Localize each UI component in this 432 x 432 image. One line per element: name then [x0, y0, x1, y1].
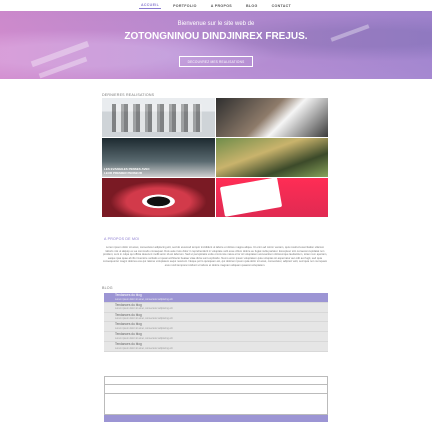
about-text: Lorem ipsum dolor sit amet, consectetur …: [102, 246, 328, 267]
portfolio-gallery: LES EVANGILES PENSES AVEC LEUR PREMIER P…: [102, 98, 328, 217]
portfolio-photo[interactable]: [102, 178, 215, 217]
blog-item-subtitle: Lorem ipsum dolor sit amet, consectetur …: [115, 336, 173, 340]
portfolio-photo[interactable]: [215, 138, 328, 177]
hero-title: ZOTONGNINOU DINDJINREX FREJUS.: [124, 31, 308, 42]
portfolio-photo[interactable]: [215, 178, 328, 217]
blog-list: Tendances du blog Lorem ipsum dolor sit …: [104, 293, 328, 352]
blog-list-item[interactable]: Tendances du blog Lorem ipsum dolor sit …: [104, 302, 328, 313]
nav-link-portfolio[interactable]: PORTFOLIO: [171, 3, 199, 9]
blog-item-subtitle: Lorem ipsum dolor sit amet, consectetur …: [115, 307, 173, 311]
portfolio-photo[interactable]: LES EVANGILES PENSES AVEC LEUR PREMIER P…: [102, 138, 215, 177]
nav-link-a-propos[interactable]: A PROPOS: [209, 3, 234, 9]
about-heading: A PROPOS DE MOI: [104, 237, 140, 241]
blog-item-subtitle: Lorem ipsum dolor sit amet, consectetur …: [115, 297, 173, 301]
blog-heading: BLOG: [102, 286, 113, 290]
name-field[interactable]: [104, 376, 328, 385]
hero-banner: Bienvenue sur le site web de ZOTONGNINOU…: [0, 11, 432, 79]
nav-link-blog[interactable]: BLOG: [244, 3, 260, 9]
portfolio-heading: DERNIERES REALISATIONS: [102, 93, 155, 97]
portfolio-photo[interactable]: [215, 98, 328, 137]
portfolio-photo[interactable]: [102, 98, 215, 137]
discover-works-button[interactable]: DECOUVREZ MES REALISATIONS: [179, 56, 253, 67]
blog-item-subtitle: Lorem ipsum dolor sit amet, consectetur …: [115, 346, 173, 350]
nav-link-accueil[interactable]: ACCUEIL: [139, 2, 162, 9]
photo-caption: LES EVANGILES PENSES AVEC LEUR PREMIER P…: [104, 167, 150, 175]
contact-form: [104, 376, 328, 424]
blog-list-item[interactable]: Tendances du blog Lorem ipsum dolor sit …: [104, 322, 328, 333]
blog-list-item[interactable]: Tendances du blog Lorem ipsum dolor sit …: [104, 332, 328, 342]
email-field[interactable]: [104, 385, 328, 394]
blog-item-subtitle: Lorem ipsum dolor sit amet, consectetur …: [115, 317, 173, 321]
blog-list-item[interactable]: Tendances du blog Lorem ipsum dolor sit …: [104, 293, 328, 303]
blog-list-item[interactable]: Tendances du blog Lorem ipsum dolor sit …: [104, 312, 328, 323]
submit-button[interactable]: [104, 415, 328, 422]
nav-link-contact[interactable]: CONTACT: [270, 3, 293, 9]
blog-item-subtitle: Lorem ipsum dolor sit amet, consectetur …: [115, 326, 173, 330]
top-navigation: ACCUEIL PORTFOLIO A PROPOS BLOG CONTACT: [0, 0, 432, 11]
message-field[interactable]: [104, 394, 328, 415]
blog-list-item[interactable]: Tendances du blog Lorem ipsum dolor sit …: [104, 341, 328, 352]
hero-subtitle: Bienvenue sur le site web de: [177, 21, 255, 27]
